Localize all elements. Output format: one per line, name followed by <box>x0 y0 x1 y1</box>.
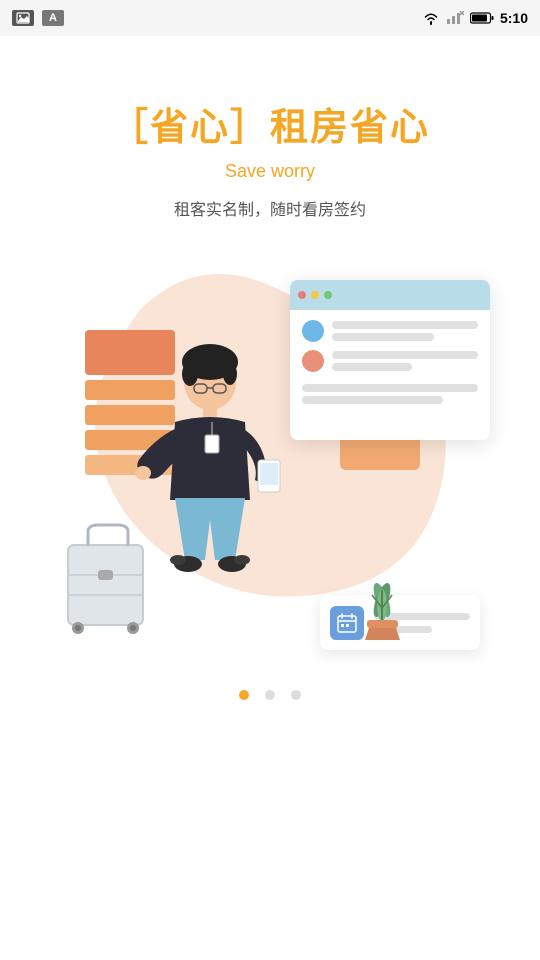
document-panel <box>290 280 490 440</box>
plant-decoration <box>355 570 410 650</box>
status-right-icons: 5:10 <box>422 10 528 26</box>
circle-blue <box>302 320 324 342</box>
font-icon: A <box>42 10 64 26</box>
status-left-icons: A <box>12 10 64 26</box>
doc-body <box>290 310 490 414</box>
illustration-area <box>30 250 510 670</box>
wifi-icon <box>422 11 440 25</box>
suitcase <box>58 520 158 645</box>
time-display: 5:10 <box>500 10 528 26</box>
doc-header <box>290 280 490 310</box>
battery-icon <box>470 11 494 25</box>
dot-green <box>324 291 332 299</box>
subtitle-chinese: 租客实名制，随时看房签约 <box>174 196 366 220</box>
dot-red <box>298 291 306 299</box>
signal-icon <box>446 11 464 25</box>
doc-row-2 <box>302 350 478 372</box>
main-content: ［省心］租房省心 Save worry 租客实名制，随时看房签约 <box>0 36 540 700</box>
title-chinese: ［省心］租房省心 <box>110 96 430 151</box>
gallery-icon <box>12 10 34 26</box>
status-bar: A 5:10 <box>0 0 540 36</box>
dot-3[interactable] <box>291 690 301 700</box>
dot-2[interactable] <box>265 690 275 700</box>
dot-1[interactable] <box>239 690 249 700</box>
dot-yellow <box>311 291 319 299</box>
doc-row-1 <box>302 320 478 342</box>
pagination-dots[interactable] <box>239 690 301 700</box>
title-english: Save worry <box>225 161 315 182</box>
